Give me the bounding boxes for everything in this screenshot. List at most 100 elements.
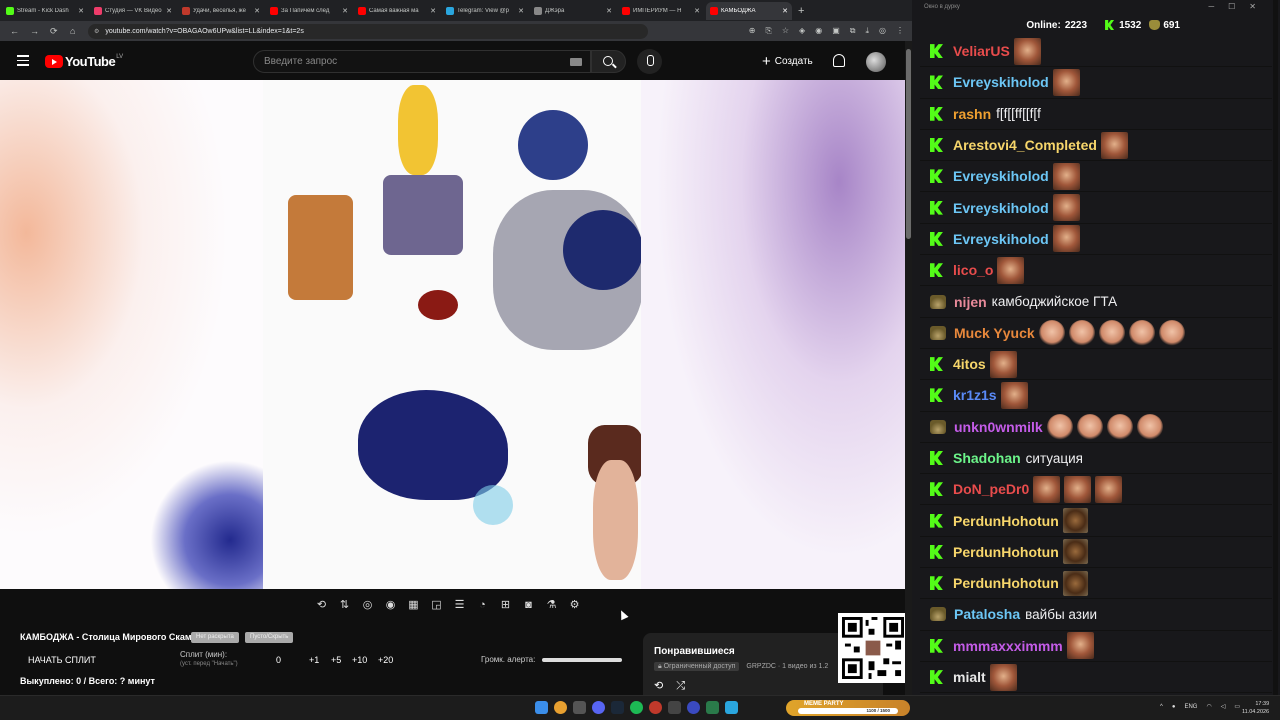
extension-icon[interactable]: ◈ [799, 26, 805, 36]
chat-username[interactable]: rashn [953, 106, 991, 122]
keyboard-icon[interactable] [570, 58, 582, 66]
page-scrollbar[interactable] [905, 41, 912, 695]
chat-username[interactable]: PerdunHohotun [953, 544, 1059, 560]
app-icon[interactable] [668, 701, 681, 714]
telegram-icon[interactable] [725, 701, 738, 714]
steam-icon[interactable] [611, 701, 624, 714]
windows-start-icon[interactable] [535, 701, 548, 714]
resize-icon[interactable]: ◲ [428, 597, 445, 614]
tab-close-icon[interactable]: ✕ [342, 7, 348, 15]
tab-close-icon[interactable]: ✕ [254, 7, 260, 15]
browser-tab[interactable]: Stream - Kick Dash ✕ [2, 2, 88, 20]
app-icon[interactable] [687, 701, 700, 714]
chat-username[interactable]: Shadohan [953, 450, 1021, 466]
split-plus-button[interactable]: +1 [309, 655, 319, 665]
profile-icon[interactable]: ◎ [879, 26, 886, 36]
chrome-icon[interactable] [554, 701, 567, 714]
loop-icon[interactable]: ⟲ [654, 680, 663, 692]
gear-icon[interactable]: ⚙ [566, 597, 583, 614]
search-icon[interactable] [573, 701, 586, 714]
menu-kebab-icon[interactable]: ⋮ [896, 26, 904, 36]
forward-icon[interactable]: → [30, 26, 40, 36]
tab-close-icon[interactable]: ✕ [782, 7, 788, 15]
back-icon[interactable]: ← [10, 26, 20, 36]
list-icon[interactable]: ☰ [451, 597, 468, 614]
chat-username[interactable]: mmmaxxximmm [953, 638, 1063, 654]
search-button[interactable] [591, 50, 626, 73]
notifications-bell-icon[interactable] [833, 54, 845, 67]
volume-icon[interactable]: ◁ [1221, 703, 1226, 710]
language-indicator[interactable]: ENG [1184, 704, 1197, 710]
browser-tab[interactable]: За Папичем след ✕ [266, 2, 352, 20]
flask-icon[interactable]: ⚗ [543, 597, 560, 614]
reload-icon[interactable]: ⟳ [50, 26, 60, 37]
tab-close-icon[interactable]: ✕ [78, 7, 84, 15]
shuffle-icon[interactable]: ⤮ [676, 680, 685, 692]
scrollbar-thumb[interactable] [906, 49, 911, 239]
video-player[interactable] [0, 80, 905, 589]
youtube-logo[interactable]: YouTube LV [45, 54, 123, 69]
spotify-icon[interactable] [630, 701, 643, 714]
chat-scrollbar[interactable] [1273, 0, 1278, 695]
tab-close-icon[interactable]: ✕ [430, 7, 436, 15]
voice-search-icon[interactable] [637, 49, 662, 74]
chat-username[interactable]: mialt [953, 669, 986, 685]
browser-tab[interactable]: Удачи, веселья, же ✕ [178, 2, 264, 20]
new-tab-button[interactable]: + [798, 5, 804, 17]
tab-close-icon[interactable]: ✕ [694, 7, 700, 15]
plus-box-icon[interactable]: ⊞ [497, 597, 514, 614]
chat-username[interactable]: Evreyskiholod [953, 200, 1049, 216]
tab-close-icon[interactable]: ✕ [606, 7, 612, 15]
app-icon[interactable] [706, 701, 719, 714]
extension-icon[interactable]: ◉ [815, 26, 822, 36]
chat-username[interactable]: lico_o [953, 262, 993, 278]
browser-tab[interactable]: ДЖэра ✕ [530, 2, 616, 20]
puzzle-icon[interactable]: ⧉ [850, 26, 856, 36]
chat-username[interactable]: Evreyskiholod [953, 168, 1049, 184]
chat-username[interactable]: kr1z1s [953, 387, 997, 403]
search-input[interactable]: Введите запрос [253, 50, 591, 73]
split-plus-button[interactable]: +5 [331, 655, 341, 665]
browser-tab[interactable]: Студия — VK Видео ✕ [90, 2, 176, 20]
site-info-icon[interactable]: ⚙ [94, 28, 99, 35]
start-split-button[interactable]: НАЧАТЬ СПЛИТ [28, 655, 96, 665]
avatar[interactable] [866, 52, 886, 72]
clock[interactable]: 17:39 11.04.2026 [1242, 700, 1269, 716]
film-icon[interactable]: ▦ [405, 597, 422, 614]
chat-username[interactable]: nijen [954, 294, 987, 310]
tab-close-icon[interactable]: ✕ [166, 7, 172, 15]
chat-username[interactable]: Arestovi4_Completed [953, 137, 1097, 153]
battery-icon[interactable]: ▭ [1234, 703, 1240, 710]
chat-username[interactable]: Muck Yyuck [954, 325, 1035, 341]
eye-icon[interactable]: ◉ [382, 597, 399, 614]
microphone-icon[interactable]: ● [1172, 704, 1176, 710]
playlist-title[interactable]: Понравившиеся [654, 646, 735, 657]
install-icon[interactable]: ⎘ [765, 26, 771, 36]
obs-icon[interactable] [649, 701, 662, 714]
browser-tab[interactable]: Telegram: View @p ✕ [442, 2, 528, 20]
bookmark-star-icon[interactable]: ☆ [782, 26, 789, 36]
zoom-icon[interactable]: ⊕ [749, 26, 756, 36]
chat-username[interactable]: 4itos [953, 356, 986, 372]
browser-tab[interactable]: ИМПЕРИУМ — Н ✕ [618, 2, 704, 20]
home-icon[interactable]: ⌂ [70, 26, 80, 36]
browser-tab[interactable]: КАМБОДЖА ✕ [706, 1, 792, 20]
discord-icon[interactable] [592, 701, 605, 714]
status-chip[interactable]: Нет раскрыта [191, 632, 239, 643]
split-plus-button[interactable]: +10 [352, 655, 367, 665]
tray-chevron-icon[interactable]: ^ [1160, 704, 1163, 710]
download-icon[interactable]: ⤓ [865, 26, 869, 36]
status-chip[interactable]: Пусто/Скрыть [245, 632, 294, 643]
sort-icon[interactable]: ⇅ [336, 597, 353, 614]
chat-username[interactable]: DoN_peDr0 [953, 481, 1029, 497]
chat-username[interactable]: PerdunHohotun [953, 575, 1059, 591]
chat-username[interactable]: PerdunHohotun [953, 513, 1059, 529]
url-field[interactable]: ⚙ youtube.com/watch?v=OBAGAOw6UPw&list=L… [88, 23, 648, 39]
create-button[interactable]: + Создать [752, 50, 823, 73]
camera-icon[interactable]: ◙ [520, 597, 537, 614]
chat-username[interactable]: Patalosha [954, 606, 1020, 622]
split-plus-button[interactable]: +20 [378, 655, 393, 665]
volume-slider[interactable] [542, 658, 622, 662]
chat-username[interactable]: Evreyskiholod [953, 231, 1049, 247]
chat-window-controls[interactable]: ─☐✕ [1208, 2, 1270, 11]
